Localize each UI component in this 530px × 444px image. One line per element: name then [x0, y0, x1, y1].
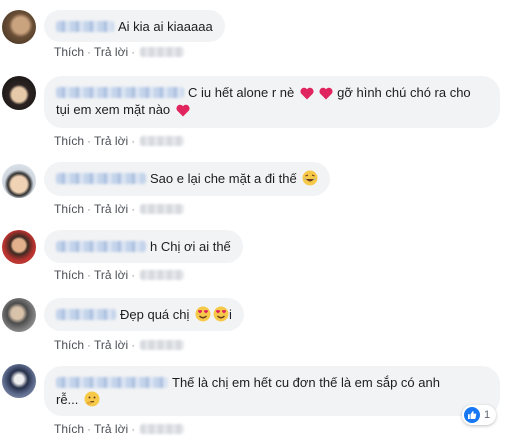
comment-actions: Thích · Trả lời ·	[54, 338, 185, 352]
comment-actions: Thích · Trả lời ·	[54, 134, 185, 148]
comment-text: Thế là chị em hết cu đơn thế là em sắp c…	[172, 375, 440, 390]
like-button[interactable]: Thích	[54, 45, 84, 59]
separator: ·	[131, 134, 136, 148]
separator: ·	[131, 422, 136, 436]
separator: ·	[87, 268, 92, 282]
separator: ·	[87, 45, 92, 59]
separator: ·	[87, 338, 92, 352]
avatar[interactable]	[2, 10, 36, 44]
reaction-count-badge[interactable]: 1	[462, 405, 497, 425]
separator: ·	[87, 202, 92, 216]
heart-icon	[176, 104, 190, 117]
comment-text: gỡ hình chú chó ra cho	[337, 85, 471, 100]
like-button[interactable]: Thích	[54, 202, 84, 216]
like-icon	[464, 407, 480, 423]
comment-text: i	[229, 307, 232, 322]
comment-bubble: Ai kia ai kiaaaaa	[44, 10, 225, 42]
reply-button[interactable]: Trả lời	[94, 134, 128, 148]
thinking-emoji-icon	[84, 391, 100, 407]
comment-bubble: Đẹp quá chị i	[44, 298, 244, 331]
comment-text: C iu hết alone r nè	[188, 85, 295, 100]
commenter-name[interactable]	[56, 309, 116, 320]
comment-text: Ai kia ai kiaaaaa	[118, 19, 213, 34]
timestamp[interactable]	[140, 136, 185, 146]
heart-icon	[300, 87, 314, 100]
like-button[interactable]: Thích	[54, 134, 84, 148]
timestamp[interactable]	[140, 270, 185, 280]
comment-text: h Chị ơi ai thế	[150, 239, 231, 254]
timestamp[interactable]	[140, 340, 185, 350]
heart-icon	[319, 87, 334, 100]
separator: ·	[87, 422, 92, 436]
like-button[interactable]: Thích	[54, 268, 84, 282]
reply-button[interactable]: Trả lời	[94, 422, 128, 436]
laughing-emoji-icon	[302, 170, 318, 186]
commenter-name[interactable]	[56, 377, 168, 388]
heart-eyes-emoji-icon	[213, 306, 229, 322]
separator: ·	[131, 45, 136, 59]
reaction-count: 1	[484, 409, 491, 421]
comment-actions: Thích · Trả lời ·	[54, 268, 185, 282]
comment-text: rễ...	[56, 392, 79, 407]
avatar[interactable]	[2, 230, 36, 264]
comment-text: Đẹp quá chị	[120, 307, 190, 322]
commenter-name[interactable]	[56, 87, 184, 98]
comment-text: tụi em xem mặt nào	[56, 102, 171, 117]
avatar[interactable]	[2, 164, 36, 198]
comment-bubble: Sao e lại che mặt a đi thế	[44, 162, 331, 196]
commenter-name[interactable]	[56, 21, 114, 32]
heart-eyes-emoji-icon	[195, 306, 211, 322]
reply-button[interactable]: Trả lời	[94, 268, 128, 282]
reply-button[interactable]: Trả lời	[94, 45, 128, 59]
reply-button[interactable]: Trả lời	[94, 338, 128, 352]
timestamp[interactable]	[140, 424, 185, 434]
separator: ·	[87, 134, 92, 148]
comment-bubble: h Chị ơi ai thế	[44, 230, 243, 263]
comment-text: Sao e lại che mặt a đi thế	[150, 171, 297, 186]
avatar[interactable]	[2, 364, 36, 398]
separator: ·	[131, 268, 136, 282]
comment-actions: Thích · Trả lời ·	[54, 422, 185, 436]
commenter-name[interactable]	[56, 173, 146, 184]
separator: ·	[131, 338, 136, 352]
avatar[interactable]	[2, 298, 36, 332]
timestamp[interactable]	[140, 204, 185, 214]
avatar[interactable]	[2, 76, 36, 110]
like-button[interactable]: Thích	[54, 338, 84, 352]
timestamp[interactable]	[140, 47, 185, 57]
separator: ·	[131, 202, 136, 216]
comment-actions: Thích · Trả lời ·	[54, 45, 185, 59]
commenter-name[interactable]	[56, 241, 146, 252]
reply-button[interactable]: Trả lời	[94, 202, 128, 216]
comment-actions: Thích · Trả lời ·	[54, 202, 185, 216]
comment-bubble: Thế là chị em hết cu đơn thế là em sắp c…	[44, 366, 500, 416]
comment-bubble: C iu hết alone r nè gỡ hình chú chó ra c…	[44, 76, 500, 128]
like-button[interactable]: Thích	[54, 422, 84, 436]
